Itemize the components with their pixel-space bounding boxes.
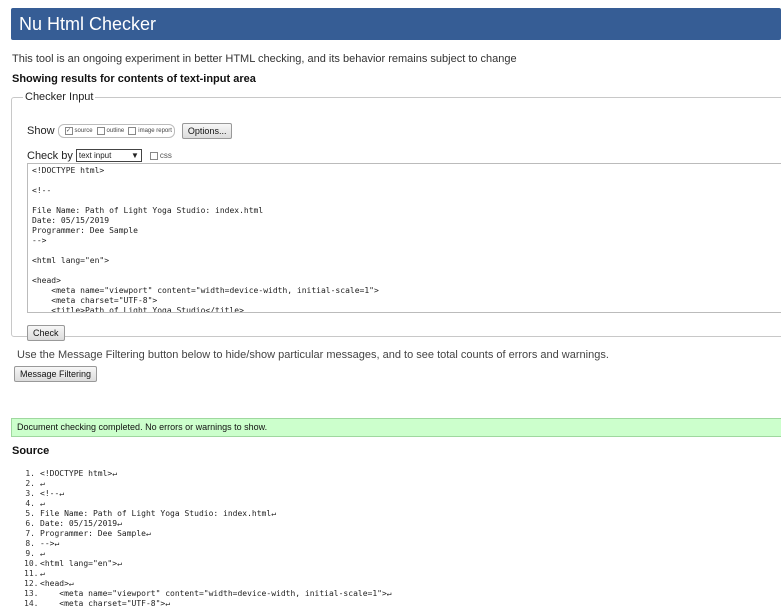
- source-line: 5. File Name: Path of Light Yoga Studio: …: [24, 509, 774, 519]
- line-code: <meta charset="UTF-8">↵: [40, 599, 171, 608]
- line-number: 5.: [25, 509, 35, 518]
- source-listing: 1. <!DOCTYPE html>↵ 2. ↵ 3. <!--↵ 4. ↵ 5. File Na…: [24, 469, 774, 609]
- source-line: 6. Date: 05/15/2019↵: [24, 519, 774, 529]
- image-report-option-label: image report: [138, 128, 172, 134]
- line-number: 9.: [25, 549, 35, 558]
- checker-input-fieldset: Checker Input Show ✓ source outline imag…: [11, 91, 781, 341]
- outline-checkbox[interactable]: [96, 127, 105, 135]
- message-filtering-button[interactable]: Message Filtering: [14, 366, 98, 382]
- source-line: 4. ↵: [24, 499, 774, 509]
- checkby-row: Check by text input ▼ css: [27, 149, 172, 162]
- line-number: 4.: [25, 499, 35, 508]
- line-code: File Name: Path of Light Yoga Studio: in…: [40, 509, 277, 518]
- source-heading: Source: [12, 445, 50, 457]
- source-line: 7. Programmer: Dee Sample↵: [24, 529, 774, 539]
- line-code: <html lang="en">↵: [40, 559, 122, 568]
- checkby-select-value: text input: [78, 151, 112, 160]
- source-line: 10. <html lang="en">↵: [24, 559, 774, 569]
- checkby-select[interactable]: text input ▼: [75, 149, 142, 162]
- line-number: 8.: [25, 539, 35, 548]
- page-header: Nu Html Checker: [11, 8, 781, 40]
- line-number: 14.: [24, 599, 39, 608]
- css-option: css: [146, 151, 172, 160]
- line-number: 2.: [25, 479, 35, 488]
- line-code: <!--↵: [40, 489, 65, 498]
- line-code: Date: 05/15/2019↵: [40, 519, 122, 528]
- line-number: 6.: [25, 519, 35, 528]
- image-report-checkbox[interactable]: [128, 127, 137, 135]
- line-code: Programmer: Dee Sample↵: [40, 529, 151, 538]
- check-button[interactable]: Check: [27, 325, 65, 341]
- line-code: ↵: [40, 479, 45, 488]
- line-number: 3.: [25, 489, 35, 498]
- source-option-label: source: [74, 128, 93, 134]
- show-options-group: ✓ source outline image report: [57, 124, 175, 138]
- line-code: <head>↵: [40, 579, 74, 588]
- line-number: 10.: [24, 559, 39, 568]
- options-button[interactable]: Options...: [181, 123, 233, 139]
- source-line: 8. -->↵: [24, 539, 774, 549]
- source-line: 3. <!--↵: [24, 489, 774, 499]
- results-heading: Showing results for contents of text-inp…: [12, 73, 256, 85]
- line-number: 7.: [25, 529, 35, 538]
- success-message: Document checking completed. No errors o…: [11, 418, 781, 437]
- filter-instructions: Use the Message Filtering button below t…: [17, 349, 609, 361]
- line-number: 13.: [24, 589, 39, 598]
- line-code: <meta name="viewport" content="width=dev…: [40, 589, 392, 598]
- line-number: 11.: [24, 569, 39, 578]
- source-textarea[interactable]: <!DOCTYPE html> <!-- File Name: Path of …: [27, 163, 781, 313]
- source-line: 2. ↵: [24, 479, 774, 489]
- page-title: Nu Html Checker: [19, 14, 157, 34]
- line-code: ↵: [40, 569, 45, 578]
- show-row: Show ✓ source outline image report Optio…: [27, 123, 233, 139]
- checker-input-legend: Checker Input: [25, 91, 94, 103]
- outline-option-label: outline: [106, 128, 125, 134]
- intro-text: This tool is an ongoing experiment in be…: [12, 53, 517, 65]
- css-option-label: css: [159, 151, 172, 160]
- show-label: Show: [27, 125, 55, 137]
- source-line: 9. ↵: [24, 549, 774, 559]
- line-code: ↵: [40, 499, 45, 508]
- line-code: ↵: [40, 549, 45, 558]
- line-number: 1.: [25, 469, 35, 478]
- chevron-down-icon: ▼: [130, 151, 139, 160]
- checkby-label: Check by: [27, 149, 73, 162]
- source-checkbox[interactable]: ✓: [64, 127, 73, 135]
- source-line: 11. ↵: [24, 569, 774, 579]
- line-code: <!DOCTYPE html>↵: [40, 469, 118, 478]
- line-code: -->↵: [40, 539, 60, 548]
- css-checkbox[interactable]: [149, 151, 158, 160]
- source-line: 12. <head>↵: [24, 579, 774, 589]
- source-line: 1. <!DOCTYPE html>↵: [24, 469, 774, 479]
- source-line: 13. <meta name="viewport" content="width…: [24, 589, 774, 599]
- line-number: 12.: [24, 579, 39, 588]
- source-line: 14. <meta charset="UTF-8">↵: [24, 599, 774, 609]
